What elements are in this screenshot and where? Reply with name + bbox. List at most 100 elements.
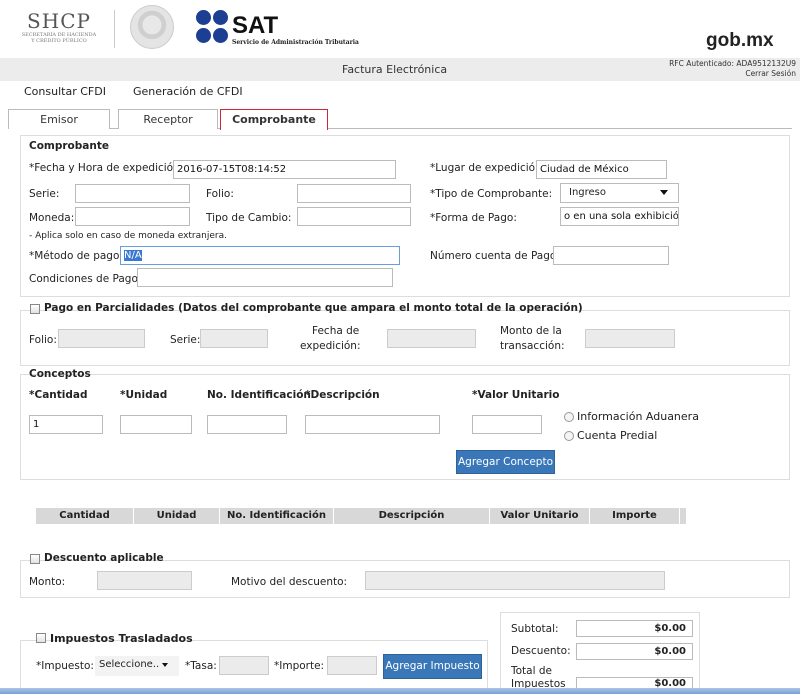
sat-logo: SAT — [232, 12, 279, 39]
serie-input[interactable] — [75, 184, 190, 203]
th-no-id: No. Identificación — [220, 508, 334, 524]
unidad-col-label: *Unidad — [120, 389, 168, 401]
impuestos-title: Impuestos Trasladados — [50, 632, 193, 645]
descuento-motivo-label: Motivo del descuento: — [231, 576, 348, 588]
descripcion-input[interactable] — [305, 415, 440, 434]
parcialidades-checkbox[interactable] — [30, 304, 40, 314]
parc-serie-label: Serie: — [170, 334, 201, 346]
menu-consultar-cfdi[interactable]: Consultar CFDI — [24, 85, 106, 98]
descuento-monto-label: Monto: — [29, 576, 66, 588]
user-info: RFC Autenticado: ADA9512132U9 Cerrar Ses… — [600, 59, 796, 79]
cuenta-pago-label: Número cuenta de Pago: — [430, 250, 560, 262]
valor-col-label: *Valor Unitario — [472, 389, 560, 401]
impuesto-label: *Impuesto: — [36, 660, 94, 672]
parc-serie-input — [200, 329, 268, 348]
forma-pago-input[interactable]: o en una sola exhibición — [560, 207, 679, 226]
descuento-total-label: Descuento: — [511, 645, 571, 657]
parc-monto-label-1: Monto de la — [500, 325, 562, 337]
tab-comprobante[interactable]: Comprobante — [220, 109, 328, 130]
shcp-logo-text: SHCP — [27, 9, 91, 33]
comprobante-title: Comprobante — [29, 140, 109, 152]
th-valor-unitario: Valor Unitario — [490, 508, 590, 524]
subtotal-value: $0.00 — [576, 620, 693, 637]
tipo-comprobante-value: Ingreso — [569, 187, 607, 198]
tab-receptor[interactable]: Receptor — [118, 109, 218, 129]
cuenta-pago-input[interactable] — [553, 246, 669, 265]
total-impuestos-label-1: Total de — [511, 665, 552, 677]
sat-dots-icon — [196, 10, 228, 46]
agregar-impuesto-button[interactable]: Agregar Impuesto — [383, 654, 482, 679]
parc-folio-input — [58, 329, 145, 348]
metodo-pago-input[interactable]: N/A — [120, 246, 400, 265]
descuento-monto-input — [97, 571, 192, 590]
serie-label: Serie: — [29, 188, 60, 200]
chevron-down-icon — [162, 663, 168, 667]
folio-label: Folio: — [206, 188, 234, 200]
lugar-input[interactable]: Ciudad de México — [536, 160, 667, 179]
moneda-label: Moneda: — [29, 212, 75, 224]
cuenta-predial-radio[interactable] — [564, 431, 574, 441]
parcialidades-title: Pago en Parcialidades (Datos del comprob… — [44, 302, 583, 314]
parc-fecha-label-1: Fecha de — [312, 325, 360, 337]
cantidad-input[interactable]: 1 — [29, 415, 103, 434]
moneda-note: - Aplica solo en caso de moneda extranje… — [29, 231, 227, 241]
th-importe: Importe — [590, 508, 680, 524]
impuesto-select-value: Seleccione.. — [99, 659, 160, 670]
menu-generacion-cfdi[interactable]: Generación de CFDI — [133, 85, 243, 98]
no-id-col-label: No. Identificación — [207, 389, 311, 401]
tipo-comprobante-label: *Tipo de Comprobante: — [430, 188, 553, 200]
info-aduanera-radio[interactable] — [564, 412, 574, 422]
conceptos-title: Conceptos — [29, 368, 91, 380]
rfc-label: RFC Autenticado: ADA9512132U9 — [669, 59, 796, 68]
parc-monto-label-2: transacción: — [500, 340, 565, 352]
chevron-down-icon — [660, 190, 668, 195]
shcp-sub2: Y CRÉDITO PÚBLICO — [31, 38, 87, 44]
parc-fecha-label-2: expedición: — [300, 340, 361, 352]
th-descripcion: Descripción — [334, 508, 490, 524]
subtotal-label: Subtotal: — [511, 623, 559, 635]
condiciones-label: Condiciones de Pago: — [29, 273, 142, 285]
gob-mx-logo[interactable]: gob.mx — [706, 30, 774, 52]
descripcion-col-label: *Descripción — [305, 389, 380, 401]
metodo-pago-value: N/A — [124, 250, 142, 261]
logout-link[interactable]: Cerrar Sesión — [600, 69, 796, 79]
moneda-input[interactable] — [75, 207, 190, 226]
descuento-title: Descuento aplicable — [44, 552, 164, 564]
agregar-concepto-button[interactable]: Agregar Concepto — [456, 450, 555, 474]
parc-folio-label: Folio: — [29, 334, 57, 346]
tab-bar: Emisor Receptor Comprobante — [8, 109, 792, 130]
descuento-total-value: $0.00 — [576, 643, 693, 660]
condiciones-input[interactable] — [137, 268, 393, 287]
taskbar-edge — [0, 688, 800, 694]
parc-fecha-input — [387, 329, 476, 348]
valor-unitario-input[interactable] — [472, 415, 542, 434]
importe-label: *Importe: — [274, 660, 325, 672]
tab-emisor[interactable]: Emisor — [8, 109, 110, 129]
fecha-label: *Fecha y Hora de expedición: — [29, 162, 184, 174]
forma-pago-label: *Forma de Pago: — [430, 212, 517, 224]
cuenta-predial-label: Cuenta Predial — [577, 429, 658, 442]
tipo-cambio-label: Tipo de Cambio: — [206, 212, 292, 224]
impuestos-checkbox[interactable] — [36, 633, 46, 643]
sat-subtitle: Servicio de Administración Tributaria — [232, 39, 359, 46]
conceptos-table-header: Cantidad Unidad No. Identificación Descr… — [36, 508, 686, 524]
lugar-label: *Lugar de expedición: — [430, 162, 546, 174]
descuento-motivo-input — [365, 571, 665, 590]
tasa-label: *Tasa: — [185, 660, 217, 672]
importe-input — [327, 656, 377, 675]
fecha-input[interactable]: 2016-07-15T08:14:52 — [173, 160, 396, 179]
folio-input[interactable] — [297, 184, 411, 203]
metodo-pago-label: *Método de pago: — [29, 250, 123, 262]
tasa-input — [219, 656, 269, 675]
th-unidad: Unidad — [134, 508, 220, 524]
no-id-input[interactable] — [207, 415, 287, 434]
shcp-logo: SHCP SECRETARÍA DE HACIENDA Y CRÉDITO PÚ… — [20, 10, 98, 44]
parc-monto-input — [585, 329, 675, 348]
th-cantidad: Cantidad — [36, 508, 134, 524]
descuento-checkbox[interactable] — [30, 554, 40, 564]
logo-divider — [114, 10, 115, 48]
unidad-input[interactable] — [120, 415, 192, 434]
tipo-cambio-input[interactable] — [297, 207, 411, 226]
cantidad-col-label: *Cantidad — [29, 389, 88, 401]
page-title: Factura Electrónica — [342, 63, 448, 76]
